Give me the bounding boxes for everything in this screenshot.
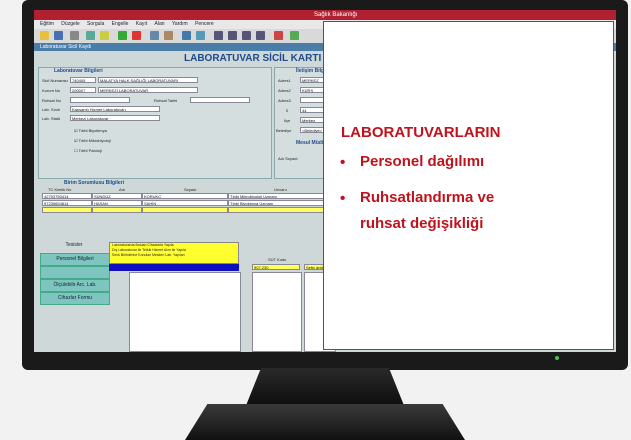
checkbox-mikrobiyoloji[interactable]: ☑ Tıbbi Mikrobiyoloji bbox=[74, 138, 111, 143]
arrow-icon[interactable] bbox=[70, 31, 79, 40]
save-icon[interactable] bbox=[40, 31, 49, 40]
lab-sinifi-select[interactable]: Kapsamlı Hizmet Laboratuvarı bbox=[70, 106, 160, 112]
sicil-field[interactable]: 740405 bbox=[70, 77, 96, 83]
menu-item[interactable]: Düzgele bbox=[61, 21, 79, 27]
menu-item[interactable]: Yardım bbox=[172, 21, 188, 27]
query-icon[interactable] bbox=[150, 31, 159, 40]
bullet-icon: • bbox=[340, 190, 346, 207]
table-cell[interactable]: HASAN bbox=[92, 200, 142, 206]
filter-icon[interactable] bbox=[164, 31, 173, 40]
ruhsat-field[interactable] bbox=[70, 97, 130, 103]
devices-button[interactable]: Cihazlar Formu bbox=[40, 292, 110, 305]
table-cell[interactable]: KORUKÇ bbox=[142, 193, 228, 199]
bullet-text: Personel dağılımı bbox=[360, 153, 485, 170]
list-column[interactable] bbox=[252, 272, 302, 352]
bullet-text: ruhsat değişikliği bbox=[360, 215, 484, 232]
ruhsat-tarihi-field[interactable] bbox=[190, 97, 250, 103]
table-cell[interactable]: 97239654814 bbox=[42, 200, 92, 206]
checkbox-biyokimya[interactable]: ☑ Tıbbi Biyokimya bbox=[74, 128, 107, 133]
info-card: LABORATUVARLARIN • Personel dağılımı • R… bbox=[323, 21, 614, 350]
last-record-icon[interactable] bbox=[256, 31, 265, 40]
personnel-button[interactable]: Personel Bilgileri bbox=[40, 253, 110, 266]
checkbox-label: Tıbbi Patoloji bbox=[78, 148, 102, 153]
lab-sinifi-label: Lab. Sınıfı bbox=[42, 107, 61, 112]
lab-button[interactable]: Ölçülebilir Arc. Lab. bbox=[40, 279, 110, 292]
belediye-label: Belediye bbox=[276, 128, 292, 133]
menu-item[interactable]: Sorgula bbox=[87, 21, 104, 27]
menu-item[interactable]: Engelle bbox=[112, 21, 129, 27]
bullet-icon: • bbox=[340, 154, 346, 171]
adres1-label: Adres1 bbox=[278, 78, 291, 83]
il-label: İl bbox=[286, 108, 288, 113]
ruhsat-label: Ruhsat No bbox=[42, 98, 61, 103]
notes-box[interactable]: Laboratuvarda Buluan Cihazlarla Yapıla D… bbox=[109, 242, 239, 264]
checkbox-label: Tıbbi Biyokimya bbox=[78, 128, 107, 133]
adres3-label: Adres3 bbox=[278, 98, 291, 103]
kurum-name-field[interactable]: MERKEZİ LABORATUVAR bbox=[98, 87, 198, 93]
help-icon[interactable] bbox=[274, 31, 283, 40]
table-cell[interactable] bbox=[142, 207, 228, 213]
print-icon[interactable] bbox=[54, 31, 63, 40]
lab-info-title: Laboratuvar Bilgileri bbox=[54, 68, 103, 74]
lab-info-panel bbox=[38, 67, 272, 179]
table-cell[interactable]: SÜNDÜZ bbox=[92, 193, 142, 199]
table-cell[interactable]: 42753750414 bbox=[42, 193, 92, 199]
ilce-label: İlçe bbox=[284, 118, 291, 123]
menu-item[interactable]: Alan bbox=[155, 21, 165, 27]
column-header: TC Kimlik No bbox=[48, 187, 72, 192]
add-icon[interactable] bbox=[118, 31, 127, 40]
card-title: LABORATUVARLARIN bbox=[341, 124, 501, 141]
staff-title: Birim Sorumlusu Bilgileri bbox=[64, 180, 125, 186]
window-title: Sağlık Bakanlığı bbox=[34, 10, 616, 20]
lab-statu-label: Lab. Statü bbox=[42, 116, 61, 121]
page-title: LABORATUVAR SİCİL KARTI bbox=[184, 53, 322, 64]
table-cell[interactable]: ŞAHİN bbox=[142, 200, 228, 206]
selected-row[interactable] bbox=[109, 264, 239, 271]
column-header: Unvanı bbox=[274, 187, 287, 192]
monitor-stand bbox=[245, 368, 405, 408]
note-line: Sevk Birimlerine Konulan Mesken Lab. Yap… bbox=[112, 253, 185, 257]
bullet-text: Ruhsatlandırma ve bbox=[360, 189, 495, 206]
paste-icon[interactable] bbox=[100, 31, 109, 40]
checkbox-patoloji[interactable]: ☐ Tıbbi Patoloji bbox=[74, 148, 102, 153]
exit-icon[interactable] bbox=[290, 31, 299, 40]
prev-record-icon[interactable] bbox=[228, 31, 237, 40]
table-cell[interactable] bbox=[92, 207, 142, 213]
first-record-icon[interactable] bbox=[214, 31, 223, 40]
adi-soyadi-label: Adı Soyadı bbox=[278, 156, 298, 161]
power-led bbox=[555, 356, 559, 360]
table-icon[interactable] bbox=[196, 31, 205, 40]
checkbox-label: Tıbbi Mikrobiyoloji bbox=[78, 138, 111, 143]
list-column[interactable] bbox=[129, 272, 241, 352]
menu-item[interactable]: Pencere bbox=[195, 21, 214, 27]
menu-item[interactable]: Eğitim bbox=[40, 21, 54, 27]
side-button[interactable] bbox=[40, 266, 110, 279]
delete-icon[interactable] bbox=[132, 31, 141, 40]
menu-item[interactable]: Kayıt bbox=[136, 21, 147, 27]
copy-icon[interactable] bbox=[86, 31, 95, 40]
side-heading: Tesisler bbox=[65, 242, 83, 248]
next-record-icon[interactable] bbox=[242, 31, 251, 40]
adres2-label: Adres2 bbox=[278, 88, 291, 93]
sicil-label: Sicil Numarası bbox=[42, 78, 68, 83]
column-header: Adı bbox=[119, 187, 126, 192]
sut-label: SUT Kodu bbox=[268, 257, 287, 262]
grid-icon[interactable] bbox=[182, 31, 191, 40]
table-cell[interactable] bbox=[228, 207, 328, 213]
kurum-label: Kurum No bbox=[42, 88, 61, 93]
table-cell[interactable]: Tıbbi Mikrobiyoloji Uzmanı bbox=[228, 193, 328, 199]
sut-code-field[interactable]: 907.230 bbox=[252, 264, 300, 270]
table-cell[interactable]: Tıbbi Biyokimya Uzmanı bbox=[228, 200, 328, 206]
column-header: Soyadı bbox=[184, 187, 197, 192]
sicil-name-field[interactable]: MALATYA HALK SAĞLIĞI LABORATUVARI bbox=[98, 77, 198, 83]
table-cell[interactable] bbox=[42, 207, 92, 213]
lab-statu-select[interactable]: Merkezi Laboratuvar bbox=[70, 115, 160, 121]
monitor-base bbox=[185, 404, 465, 440]
ruhsat-tarihi-label: Ruhsat Tarihi bbox=[154, 98, 178, 103]
kurum-field[interactable]: 200007 bbox=[70, 87, 96, 93]
